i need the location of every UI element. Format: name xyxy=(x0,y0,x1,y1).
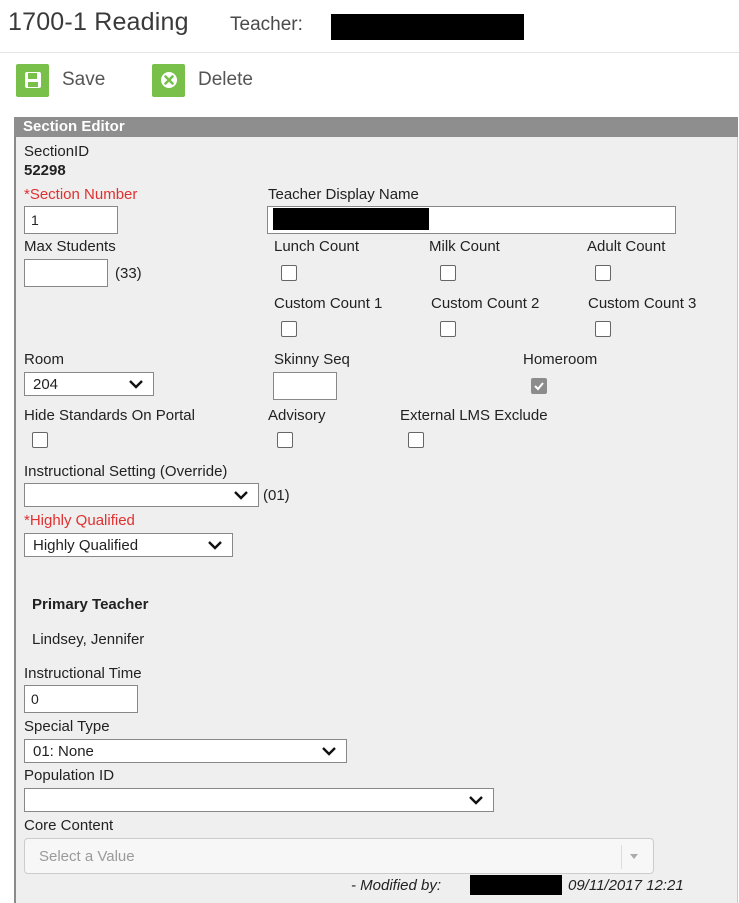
special-type-label: Special Type xyxy=(24,718,110,735)
custom-count-3-label: Custom Count 3 xyxy=(588,295,697,312)
custom-count-2-label: Custom Count 2 xyxy=(431,295,540,312)
adult-count-checkbox[interactable] xyxy=(595,265,611,281)
adult-count-label: Adult Count xyxy=(587,238,666,255)
external-lms-checkbox[interactable] xyxy=(408,432,424,448)
save-button[interactable]: Save xyxy=(16,63,105,97)
instructional-setting-label: Instructional Setting (Override) xyxy=(24,463,228,480)
chevron-down-icon xyxy=(129,380,143,389)
max-students-hint: (33) xyxy=(115,265,142,282)
skinny-seq-label: Skinny Seq xyxy=(274,351,350,368)
core-content-placeholder: Select a Value xyxy=(39,848,135,865)
checkmark-icon xyxy=(534,382,544,391)
chevron-down-icon xyxy=(208,541,222,550)
save-icon xyxy=(16,63,49,97)
special-type-value: 01: None xyxy=(33,742,94,760)
instructional-time-label: Instructional Time xyxy=(24,665,142,682)
redacted-display-name xyxy=(273,208,429,230)
teacher-label: Teacher: xyxy=(230,14,303,35)
section-id-value: 52298 xyxy=(24,162,66,179)
milk-count-checkbox[interactable] xyxy=(440,265,456,281)
teacher-display-name-label: Teacher Display Name xyxy=(268,186,419,203)
highly-qualified-value: Highly Qualified xyxy=(33,536,139,554)
highly-qualified-label: *Highly Qualified xyxy=(24,512,135,529)
toolbar: Save Delete xyxy=(0,52,739,108)
skinny-seq-input[interactable] xyxy=(273,372,337,400)
modified-by-label: - Modified by: xyxy=(351,877,442,894)
delete-button[interactable]: Delete xyxy=(152,63,253,97)
population-id-label: Population ID xyxy=(24,767,115,784)
redacted-teacher-name xyxy=(331,14,524,40)
primary-teacher-value: Lindsey, Jennifer xyxy=(32,631,145,648)
homeroom-checkbox[interactable] xyxy=(531,378,547,394)
section-number-label: *Section Number xyxy=(24,186,138,203)
room-label: Room xyxy=(24,351,65,368)
page-title: 1700-1 Reading xyxy=(8,8,189,36)
core-content-combobox[interactable]: Select a Value xyxy=(24,838,654,874)
room-select[interactable]: 204 xyxy=(24,372,154,396)
max-students-input[interactable] xyxy=(24,259,108,287)
modified-timestamp: 09/11/2017 12:21 xyxy=(568,877,684,894)
save-label: Save xyxy=(62,69,106,90)
section-editor-header: Section Editor xyxy=(14,117,738,137)
hide-standards-label: Hide Standards On Portal xyxy=(24,407,195,424)
instructional-time-input[interactable] xyxy=(24,685,138,713)
highly-qualified-select[interactable]: Highly Qualified xyxy=(24,533,233,557)
homeroom-label: Homeroom xyxy=(523,351,598,368)
section-editor-panel xyxy=(14,117,738,903)
room-value: 204 xyxy=(33,375,59,393)
lunch-count-checkbox[interactable] xyxy=(281,265,297,281)
external-lms-label: External LMS Exclude xyxy=(400,407,548,424)
custom-count-3-checkbox[interactable] xyxy=(595,321,611,337)
delete-icon xyxy=(152,63,185,97)
custom-count-2-checkbox[interactable] xyxy=(440,321,456,337)
redacted-modified-by xyxy=(470,875,562,895)
chevron-down-icon xyxy=(234,491,248,500)
section-id-label: SectionID xyxy=(24,143,90,160)
chevron-down-icon xyxy=(469,796,483,805)
combo-divider xyxy=(621,845,622,869)
chevron-down-icon xyxy=(322,747,336,756)
custom-count-1-label: Custom Count 1 xyxy=(274,295,383,312)
instructional-setting-select[interactable] xyxy=(24,483,259,507)
advisory-label: Advisory xyxy=(268,407,326,424)
primary-teacher-label: Primary Teacher xyxy=(32,596,149,613)
delete-label: Delete xyxy=(198,69,253,90)
advisory-checkbox[interactable] xyxy=(277,432,293,448)
instructional-setting-hint: (01) xyxy=(263,487,290,504)
core-content-label: Core Content xyxy=(24,817,114,834)
special-type-select[interactable]: 01: None xyxy=(24,739,347,763)
max-students-label: Max Students xyxy=(24,238,116,255)
lunch-count-label: Lunch Count xyxy=(274,238,360,255)
chevron-down-icon[interactable] xyxy=(629,853,639,861)
population-id-select[interactable] xyxy=(24,788,494,812)
custom-count-1-checkbox[interactable] xyxy=(281,321,297,337)
hide-standards-checkbox[interactable] xyxy=(32,432,48,448)
section-number-input[interactable] xyxy=(24,206,118,234)
milk-count-label: Milk Count xyxy=(429,238,500,255)
